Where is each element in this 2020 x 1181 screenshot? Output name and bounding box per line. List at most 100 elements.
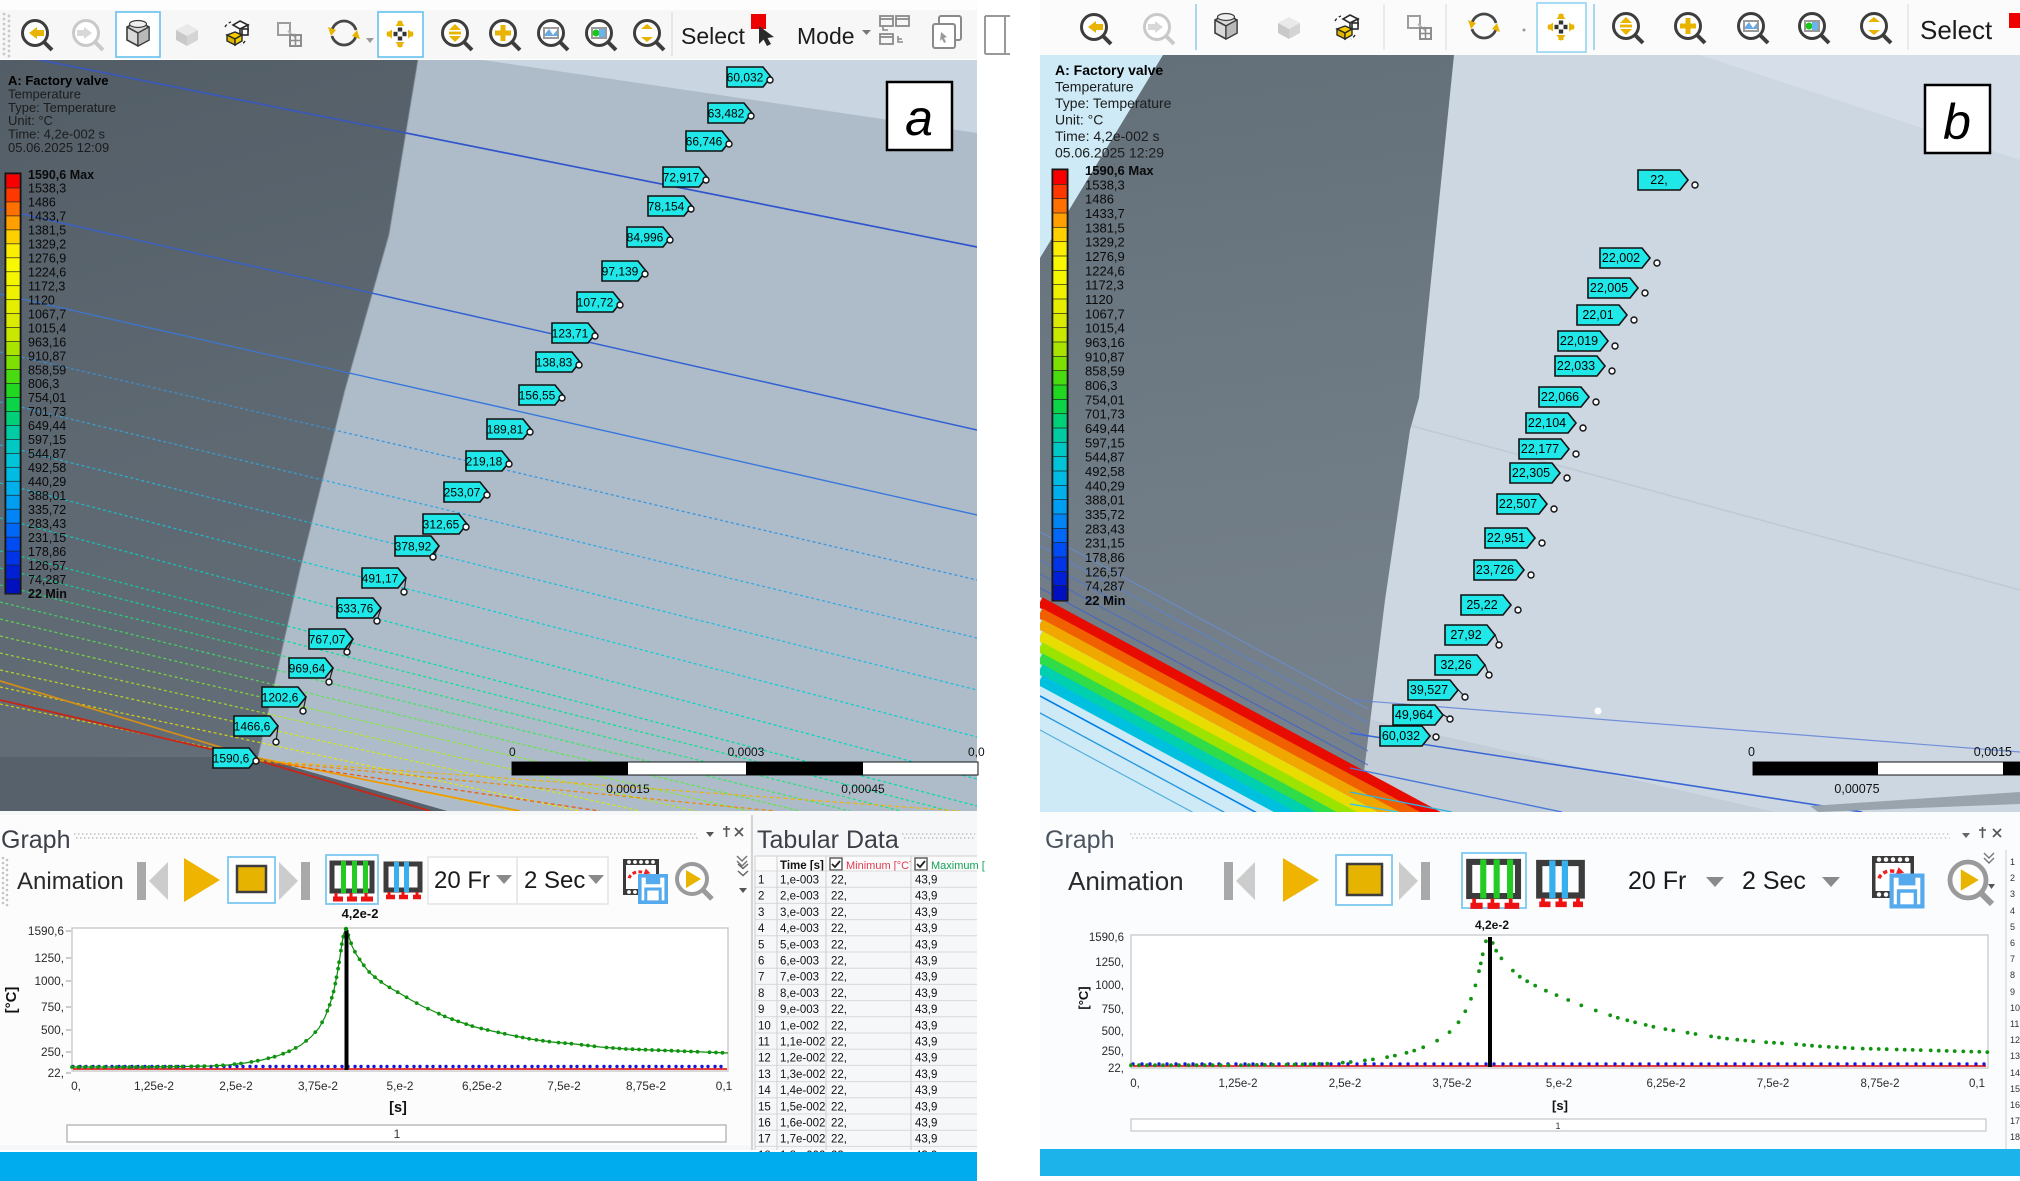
svg-text:43,9: 43,9 [915,988,937,1000]
svg-text:1,e-003: 1,e-003 [780,875,819,887]
svg-text:[s]: [s] [1552,1098,1568,1113]
svg-text:05.06.2025 12:09: 05.06.2025 12:09 [8,140,109,155]
svg-text:22,: 22, [48,1066,64,1080]
svg-text:6,25e-2: 6,25e-2 [462,1079,502,1093]
svg-text:22,: 22, [1650,173,1667,187]
svg-text:126,57: 126,57 [28,559,66,573]
svg-text:11: 11 [758,1037,770,1049]
svg-text:1: 1 [394,1127,401,1141]
svg-text:22,951: 22,951 [1487,531,1525,545]
svg-text:138,83: 138,83 [536,355,573,369]
svg-text:22,: 22, [831,1037,847,1049]
svg-text:6: 6 [2010,938,2015,948]
svg-text:22,: 22, [831,972,847,984]
svg-text:1067,7: 1067,7 [1085,306,1125,321]
svg-text:283,43: 283,43 [1085,521,1125,536]
svg-text:3,75e-2: 3,75e-2 [1432,1078,1471,1090]
svg-text:378,92: 378,92 [395,539,432,553]
svg-text:43,9: 43,9 [915,1004,937,1016]
svg-text:8,75e-2: 8,75e-2 [1860,1078,1899,1090]
svg-text:A: Factory valve: A: Factory valve [1055,62,1163,78]
svg-text:43,9: 43,9 [915,1085,937,1097]
svg-text:22,305: 22,305 [1512,466,1550,480]
svg-text:1015,4: 1015,4 [1085,321,1125,336]
svg-text:b: b [1943,94,1971,150]
svg-text:123,71: 123,71 [552,326,589,340]
svg-text:1172,3: 1172,3 [28,280,65,294]
svg-text:1590,6 Max: 1590,6 Max [28,168,94,182]
svg-text:22,: 22, [831,939,847,951]
svg-text:5,e-2: 5,e-2 [1546,1078,1572,1090]
svg-text:[°C]: [°C] [1076,986,1091,1009]
svg-text:Temperature: Temperature [1055,79,1134,95]
svg-text:Animation: Animation [17,868,124,895]
svg-text:1120: 1120 [1085,292,1113,307]
svg-text:Select: Select [681,23,746,49]
svg-text:4,2e-2: 4,2e-2 [1475,918,1509,932]
svg-text:2: 2 [758,891,764,903]
svg-text:1329,2: 1329,2 [28,238,66,252]
svg-text:43,9: 43,9 [915,923,937,935]
svg-text:Type: Temperature: Type: Temperature [1055,95,1172,111]
svg-text:231,15: 231,15 [1085,536,1125,551]
svg-text:[s]: [s] [389,1100,407,1116]
svg-text:78,154: 78,154 [648,199,685,213]
svg-text:13: 13 [758,1069,771,1081]
svg-text:05.06.2025 12:29: 05.06.2025 12:29 [1055,145,1164,161]
svg-text:1590,6: 1590,6 [1089,932,1124,944]
svg-text:a: a [905,90,933,146]
svg-text:60,032: 60,032 [727,70,764,84]
svg-text:1590,6: 1590,6 [213,751,250,765]
svg-text:22,: 22, [831,1004,847,1016]
svg-text:1,25e-2: 1,25e-2 [1218,1078,1257,1090]
svg-text:43,9: 43,9 [915,1037,937,1049]
svg-text:1,2e-002: 1,2e-002 [780,1053,825,1065]
svg-text:22,: 22, [831,1020,847,1032]
svg-text:6,25e-2: 6,25e-2 [1646,1078,1685,1090]
svg-text:4: 4 [758,923,765,935]
svg-text:2 Sec: 2 Sec [524,867,585,894]
svg-text:10: 10 [758,1020,771,1032]
svg-text:22,: 22, [831,1069,847,1081]
svg-text:1329,2: 1329,2 [1085,235,1125,250]
svg-text:22,: 22, [831,875,847,887]
svg-text:14: 14 [758,1085,771,1097]
svg-text:1000,: 1000, [34,974,64,988]
svg-text:63,482: 63,482 [708,106,745,120]
svg-text:178,86: 178,86 [28,545,66,559]
svg-text:11: 11 [2010,1019,2019,1029]
svg-text:4,2e-2: 4,2e-2 [342,906,379,921]
svg-text:312,65: 312,65 [423,517,460,531]
svg-text:22,: 22, [831,1053,847,1065]
svg-text:806,3: 806,3 [1085,378,1118,393]
svg-text:22,: 22, [831,1101,847,1113]
svg-text:283,43: 283,43 [28,517,66,531]
svg-text:1276,9: 1276,9 [28,252,66,266]
svg-text:1120: 1120 [28,293,55,307]
svg-text:8,75e-2: 8,75e-2 [626,1079,666,1093]
svg-text:22 Min: 22 Min [28,587,67,601]
svg-text:253,07: 253,07 [444,485,481,499]
svg-text:1,5e-002: 1,5e-002 [780,1101,825,1113]
svg-text:1486: 1486 [1085,192,1114,207]
svg-text:22,: 22, [831,1085,847,1097]
svg-text:1,4e-002: 1,4e-002 [780,1085,825,1097]
svg-text:22,: 22, [831,923,847,935]
svg-text:7,5e-2: 7,5e-2 [547,1079,580,1093]
svg-text:1067,7: 1067,7 [28,307,66,321]
svg-text:0,0: 0,0 [968,745,985,759]
svg-text:22,005: 22,005 [1590,281,1628,295]
svg-text:701,73: 701,73 [28,405,66,419]
svg-text:3,75e-2: 3,75e-2 [298,1079,338,1093]
svg-text:72,917: 72,917 [663,170,700,184]
svg-text:250,: 250, [1102,1046,1124,1058]
svg-text:1433,7: 1433,7 [1085,206,1125,221]
svg-text:49,964: 49,964 [1395,708,1433,722]
svg-text:1015,4: 1015,4 [28,321,66,335]
svg-text:74,287: 74,287 [28,573,66,587]
svg-text:0: 0 [509,745,516,759]
svg-text:15: 15 [758,1101,771,1113]
svg-text:6: 6 [758,956,764,968]
svg-text:9: 9 [2010,987,2015,997]
svg-text:32,26: 32,26 [1440,658,1471,672]
